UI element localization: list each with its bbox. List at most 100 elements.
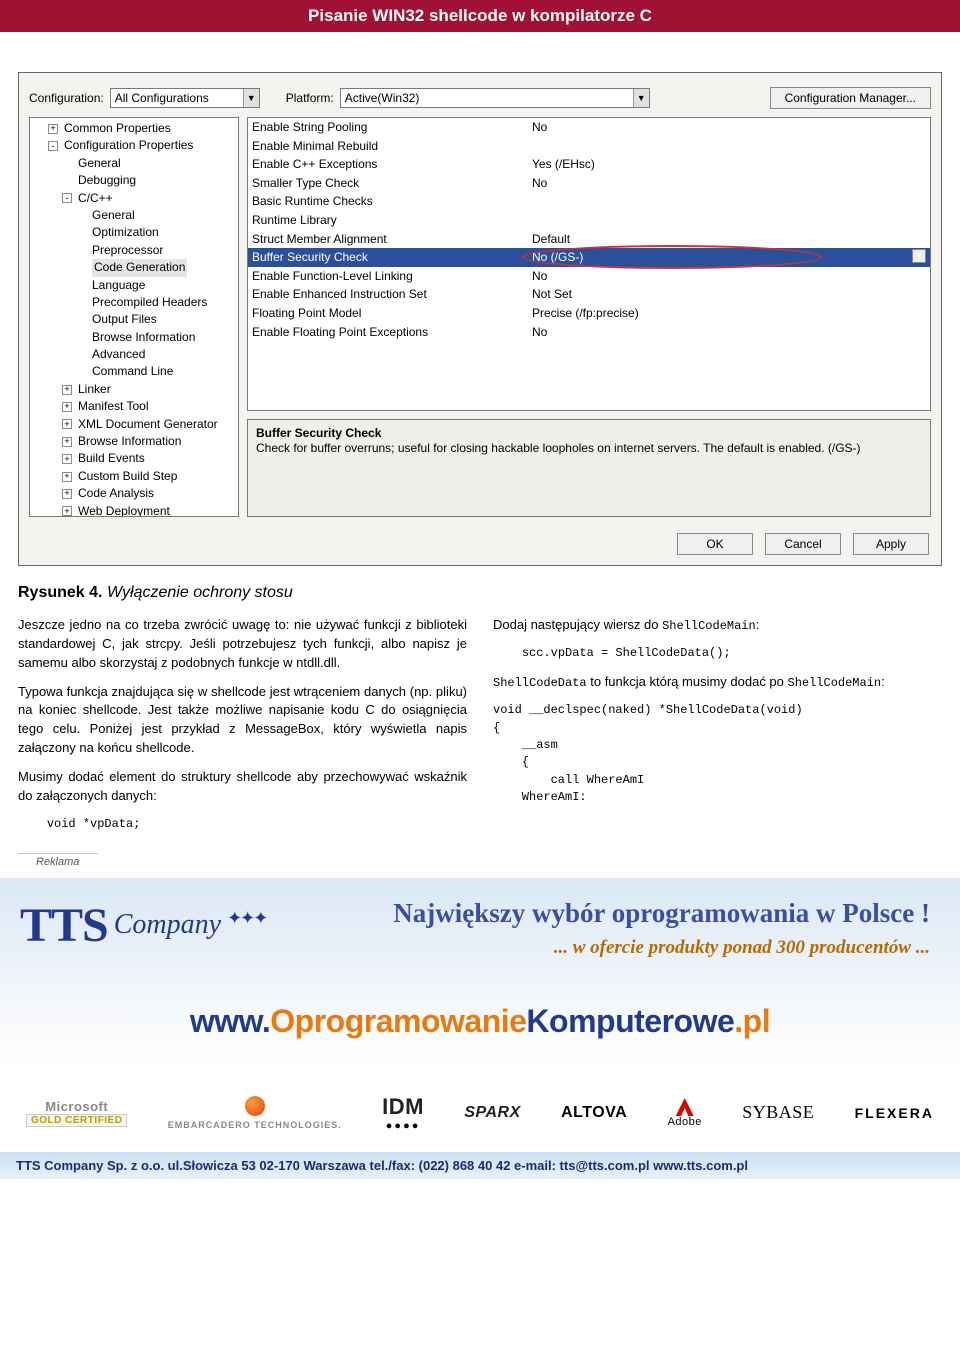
plus-icon[interactable]: + [62, 385, 72, 395]
tree-node-label: Preprocessor [92, 242, 163, 259]
embarcadero-logo: EMBARCADERO TECHNOLOGIES. [168, 1096, 342, 1130]
tree-node[interactable]: + Custom Build Step [34, 468, 234, 485]
tree-node-label: Advanced [92, 346, 145, 363]
tree-node-label: General [78, 155, 121, 172]
tree-node-label: Web Deployment [78, 503, 170, 517]
tree-node-label: Code Analysis [78, 485, 154, 502]
property-row[interactable]: Enable C++ ExceptionsYes (/EHsc) [248, 155, 930, 174]
description-title: Buffer Security Check [256, 426, 922, 440]
description-box: Buffer Security Check Check for buffer o… [247, 419, 931, 517]
dialog-toolbar: Configuration: All Configurations ▼ Plat… [19, 73, 941, 117]
property-value: Not Set [532, 285, 926, 304]
property-value: No (/GS-)▼ [532, 248, 926, 267]
tree-node[interactable]: + XML Document Generator [34, 416, 234, 433]
property-name: Smaller Type Check [252, 174, 532, 193]
tree-node-label: Language [92, 277, 145, 294]
plus-icon[interactable]: + [62, 489, 72, 499]
tree-node-label: General [92, 207, 135, 224]
property-value: Default [532, 230, 926, 249]
ok-button[interactable]: OK [677, 533, 753, 555]
property-row[interactable]: Enable Minimal Rebuild [248, 137, 930, 156]
tree-node-label: Browse Information [92, 329, 195, 346]
property-name: Buffer Security Check [252, 248, 532, 267]
property-row[interactable]: Basic Runtime Checks [248, 192, 930, 211]
plus-icon[interactable]: + [48, 124, 58, 134]
property-name: Enable Minimal Rebuild [252, 137, 532, 156]
ad-label: Reklama [18, 853, 98, 868]
tree-node[interactable]: + Code Analysis [34, 485, 234, 502]
tree-node-label: C/C++ [78, 190, 113, 207]
tree-node[interactable]: Browse Information [34, 329, 234, 346]
sybase-logo: SYBASE [742, 1102, 814, 1123]
minus-icon[interactable]: - [62, 193, 72, 203]
configuration-combobox[interactable]: All Configurations ▼ [110, 88, 260, 108]
property-name: Basic Runtime Checks [252, 192, 532, 211]
flexera-logo: FLEXERA [855, 1105, 934, 1121]
platform-label: Platform: [286, 91, 334, 105]
right-column: Dodaj następujący wiersz do ShellCodeMai… [493, 616, 942, 843]
tree-node-label: Precompiled Headers [92, 294, 207, 311]
tree-node[interactable]: Code Generation [34, 259, 234, 276]
tree-node[interactable]: Precompiled Headers [34, 294, 234, 311]
plus-icon[interactable]: + [62, 454, 72, 464]
tree-node[interactable]: +Browse Information [34, 433, 234, 450]
property-row[interactable]: Floating Point ModelPrecise (/fp:precise… [248, 304, 930, 323]
tree-node[interactable]: General [34, 155, 234, 172]
tree-node[interactable]: + Web Deployment [34, 503, 234, 517]
plus-icon[interactable]: + [62, 506, 72, 516]
page-body: Configuration: All Configurations ▼ Plat… [0, 32, 960, 853]
tree-node[interactable]: Debugging [34, 172, 234, 189]
tree-node-label: XML Document Generator [78, 416, 218, 433]
configuration-manager-button[interactable]: Configuration Manager... [770, 87, 931, 109]
property-row[interactable]: Smaller Type CheckNo [248, 174, 930, 193]
platform-combobox[interactable]: Active(Win32) ▼ [340, 88, 650, 108]
tree-node[interactable]: Optimization [34, 224, 234, 241]
property-row[interactable]: Buffer Security CheckNo (/GS-)▼ [248, 248, 930, 267]
tree-node[interactable]: +Linker [34, 381, 234, 398]
tree-node[interactable]: +Build Events [34, 450, 234, 467]
tree-node-label: Custom Build Step [78, 468, 177, 485]
property-panel: Enable String PoolingNoEnable Minimal Re… [247, 117, 931, 517]
apply-button[interactable]: Apply [853, 533, 929, 555]
configuration-label: Configuration: [29, 91, 104, 105]
paragraph: Dodaj następujący wiersz do ShellCodeMai… [493, 616, 942, 635]
property-row[interactable]: Enable Floating Point ExceptionsNo [248, 323, 930, 342]
property-list[interactable]: Enable String PoolingNoEnable Minimal Re… [247, 117, 931, 411]
highlight-ellipse [522, 245, 822, 269]
cancel-button[interactable]: Cancel [765, 533, 841, 555]
tree-node[interactable]: Output Files [34, 311, 234, 328]
tree-node[interactable]: General [34, 207, 234, 224]
property-row[interactable]: Runtime Library [248, 211, 930, 230]
property-row[interactable]: Enable Enhanced Instruction SetNot Set [248, 285, 930, 304]
page-title-bar: Pisanie WIN32 shellcode w kompilatorze C [0, 0, 960, 32]
tree-node[interactable]: Command Line [34, 363, 234, 380]
tree-node[interactable]: Language [34, 277, 234, 294]
tree-node[interactable]: Advanced [34, 346, 234, 363]
plus-icon[interactable]: + [62, 402, 72, 412]
logo-text: TTS [20, 898, 108, 953]
tree-node-label: Common Properties [64, 120, 171, 137]
tree-node[interactable]: + Common Properties [34, 120, 234, 137]
chevron-down-icon: ▼ [633, 89, 649, 107]
property-row[interactable]: Enable String PoolingNo [248, 118, 930, 137]
property-tree[interactable]: +Common Properties-Configuration Propert… [29, 117, 239, 517]
paragraph: Musimy dodać element do struktury shellc… [18, 768, 467, 806]
tree-node-label: Debugging [78, 172, 136, 189]
ad-url: www.OprogramowanieKomputerowe.pl [20, 1003, 940, 1040]
plus-icon[interactable]: + [62, 472, 72, 482]
chevron-down-icon: ▼ [243, 89, 259, 107]
tree-node[interactable]: +Manifest Tool [34, 398, 234, 415]
property-row[interactable]: Enable Function-Level LinkingNo [248, 267, 930, 286]
tree-node[interactable]: -C/C++ [34, 190, 234, 207]
plus-icon[interactable]: + [62, 419, 72, 429]
property-value [532, 137, 926, 156]
idm-logo: IDM ●●●● [382, 1094, 424, 1132]
tree-node-label: Configuration Properties [64, 137, 193, 154]
property-row[interactable]: Struct Member AlignmentDefault [248, 230, 930, 249]
tree-node[interactable]: -Configuration Properties [34, 137, 234, 154]
property-value: Yes (/EHsc) [532, 155, 926, 174]
tree-node[interactable]: Preprocessor [34, 242, 234, 259]
chevron-down-icon[interactable]: ▼ [912, 249, 926, 263]
plus-icon[interactable]: + [62, 437, 72, 447]
minus-icon[interactable]: - [48, 141, 58, 151]
